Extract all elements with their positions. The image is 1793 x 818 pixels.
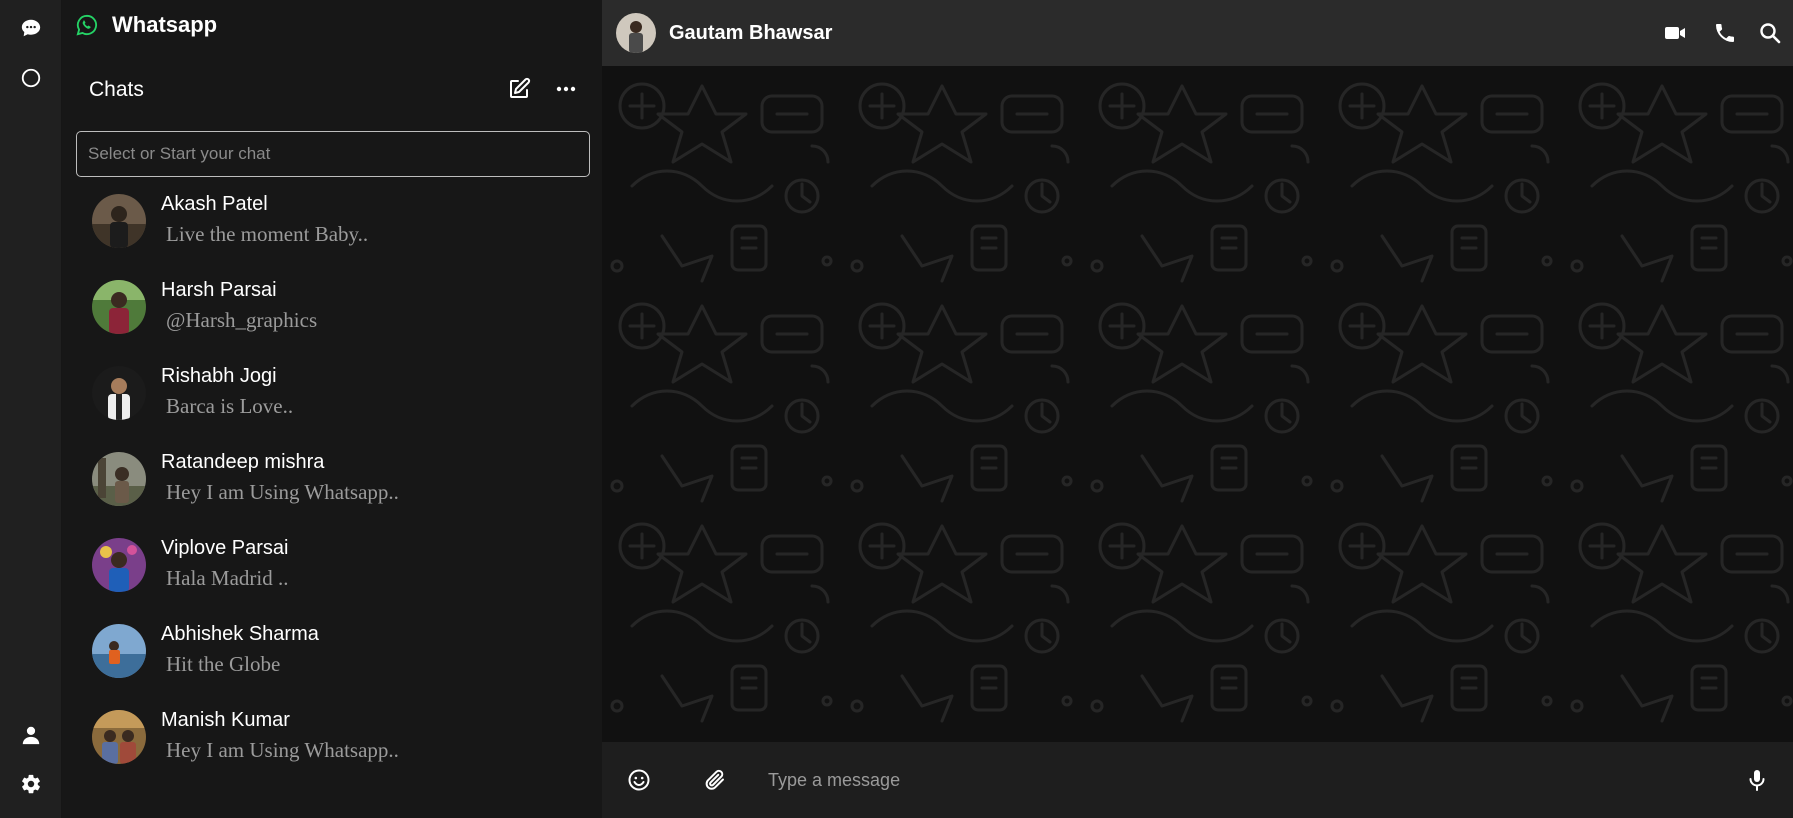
voice-call-icon[interactable] <box>1712 20 1738 46</box>
chat-search-input[interactable] <box>76 131 590 177</box>
new-chat-icon[interactable] <box>506 76 532 102</box>
chats-heading: Chats <box>89 78 144 101</box>
chat-sidebar: Whatsapp Chats Akash Patel Live the mome… <box>62 0 602 818</box>
microphone-icon[interactable] <box>1740 763 1774 797</box>
chat-name: Viplove Parsai <box>161 537 289 559</box>
chat-item-ratandeep-mishra[interactable]: Ratandeep mishra Hey I am Using Whatsapp… <box>62 442 602 528</box>
app-brand: Whatsapp <box>76 12 217 38</box>
whatsapp-logo-icon <box>76 14 98 36</box>
emoji-icon[interactable] <box>622 763 656 797</box>
chat-item-harsh-parsai[interactable]: Harsh Parsai @Harsh_graphics <box>62 270 602 356</box>
contact-avatar[interactable] <box>616 13 656 53</box>
chat-item-rishabh-jogi[interactable]: Rishabh Jogi Barca is Love.. <box>62 356 602 442</box>
chat-name: Manish Kumar <box>161 709 290 731</box>
chat-wallpaper <box>602 66 1793 742</box>
doodle-pattern <box>602 66 1793 742</box>
avatar <box>92 280 146 334</box>
attach-icon[interactable] <box>698 763 732 797</box>
video-call-icon[interactable] <box>1662 20 1688 46</box>
search-icon[interactable] <box>1757 20 1783 46</box>
chat-last-message: Live the moment Baby.. <box>166 222 369 246</box>
chat-name: Ratandeep mishra <box>161 451 325 473</box>
conversation-panel: Gautam Bhawsar <box>602 0 1793 818</box>
chat-list: Akash Patel Live the moment Baby.. Harsh… <box>62 184 602 786</box>
chat-last-message: @Harsh_graphics <box>166 308 318 332</box>
more-options-icon[interactable] <box>553 76 579 102</box>
avatar <box>92 452 146 506</box>
chat-item-viplove-parsai[interactable]: Viplove Parsai Hala Madrid .. <box>62 528 602 614</box>
chat-last-message: Hit the Globe <box>166 652 281 676</box>
conversation-header: Gautam Bhawsar <box>602 0 1793 66</box>
avatar <box>92 194 146 248</box>
chat-last-message: Hala Madrid .. <box>166 566 289 590</box>
avatar <box>92 366 146 420</box>
chat-last-message: Hey I am Using Whatsapp.. <box>166 480 399 504</box>
chat-item-akash-patel[interactable]: Akash Patel Live the moment Baby.. <box>62 184 602 270</box>
chat-bubble-icon[interactable] <box>19 16 43 40</box>
nav-rail <box>0 0 62 818</box>
avatar <box>92 710 146 764</box>
chat-last-message: Barca is Love.. <box>166 394 294 418</box>
settings-icon[interactable] <box>19 772 43 796</box>
chat-name: Abhishek Sharma <box>161 623 319 645</box>
profile-icon[interactable] <box>19 723 43 747</box>
avatar <box>92 624 146 678</box>
message-composer <box>602 742 1793 818</box>
app-title: Whatsapp <box>112 12 218 37</box>
chat-last-message: Hey I am Using Whatsapp.. <box>166 738 399 762</box>
chat-name: Akash Patel <box>161 193 268 215</box>
contact-name[interactable]: Gautam Bhawsar <box>669 22 832 45</box>
status-icon[interactable] <box>19 66 43 90</box>
chat-name: Harsh Parsai <box>161 279 277 301</box>
avatar <box>92 538 146 592</box>
message-input[interactable] <box>768 760 1708 800</box>
chat-item-manish-kumar[interactable]: Manish Kumar Hey I am Using Whatsapp.. <box>62 700 602 786</box>
chat-name: Rishabh Jogi <box>161 365 277 387</box>
chat-item-abhishek-sharma[interactable]: Abhishek Sharma Hit the Globe <box>62 614 602 700</box>
